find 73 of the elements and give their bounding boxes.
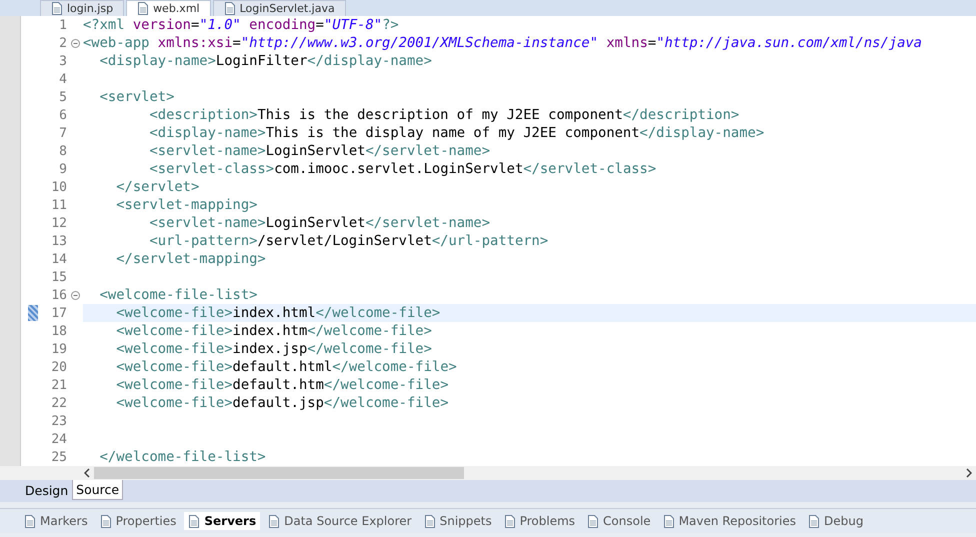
editor-tab[interactable]: login.jsp <box>40 0 124 16</box>
code-line: <welcome-file>default.jsp</welcome-file> <box>115 394 450 412</box>
document-icon <box>424 514 436 528</box>
code-line: <display-name>This is the display name of my J2EE component</display-name> <box>148 124 766 142</box>
line-number: 13 <box>50 234 67 248</box>
code-line: <welcome-file>index.jsp</welcome-file> <box>115 340 433 358</box>
line-number: 23 <box>50 414 67 428</box>
code-line: <welcome-file>index.htm</welcome-file> <box>115 322 433 340</box>
code-line: <description>This is the description of my J2EE component</description> <box>148 106 740 124</box>
scrollbar-thumb[interactable] <box>94 467 464 479</box>
line-number: 11 <box>50 198 67 212</box>
scroll-right-icon[interactable] <box>966 468 972 478</box>
code-line: <welcome-file-list> <box>98 286 258 304</box>
code-line: <servlet-name>LoginServlet</servlet-name> <box>148 214 492 232</box>
line-number: 1 <box>58 18 67 32</box>
line-number: 9 <box>58 162 67 176</box>
line-number: 20 <box>50 360 67 374</box>
line-number: 24 <box>50 432 67 446</box>
line-number: 8 <box>58 144 67 158</box>
panel-tab[interactable]: Console <box>583 512 655 530</box>
panel-tab[interactable]: Problems <box>500 512 580 530</box>
panel-tab[interactable]: Properties <box>96 512 180 530</box>
line-number: 25 <box>50 450 67 464</box>
panel-tab[interactable]: Maven Repositories <box>658 512 800 530</box>
line-number: 10 <box>50 180 67 194</box>
document-icon <box>100 514 112 528</box>
line-number: 21 <box>50 378 67 392</box>
line-number: 18 <box>50 324 67 338</box>
code-line: <welcome-file>default.html</welcome-file> <box>115 358 458 376</box>
line-number: 5 <box>58 90 67 104</box>
line-number: 22 <box>50 396 67 410</box>
code-line: <servlet-mapping> <box>115 196 258 214</box>
line-number: 4 <box>58 72 67 86</box>
panel-tab[interactable]: Snippets <box>420 512 496 530</box>
document-icon <box>24 514 36 528</box>
line-number: 6 <box>58 108 67 122</box>
line-number: 12 <box>50 216 67 230</box>
line-number: 2 <box>58 36 67 50</box>
scroll-left-icon[interactable] <box>84 468 90 478</box>
document-icon <box>188 514 200 528</box>
code-line: <servlet> <box>98 88 176 106</box>
code-line: </servlet-mapping> <box>115 250 267 268</box>
collapse-icon[interactable] <box>70 38 80 48</box>
code-line: <display-name>LoginFilter</display-name> <box>98 52 433 70</box>
editor-tab[interactable]: web.xml <box>126 0 211 16</box>
line-number: 7 <box>58 126 67 140</box>
code-line: <welcome-file>default.htm</welcome-file> <box>115 376 450 394</box>
panel-tab[interactable]: Data Source Explorer <box>264 512 416 530</box>
line-number: 15 <box>50 270 67 284</box>
document-icon <box>587 514 600 528</box>
line-number: 17 <box>50 306 67 320</box>
line-number: 3 <box>58 54 67 68</box>
code-line: <url-pattern>/servlet/LoginServlet</url-pattern> <box>148 232 550 250</box>
line-number: 14 <box>50 252 67 266</box>
document-icon <box>268 514 280 528</box>
editor-tab[interactable]: LoginServlet.java <box>212 0 346 16</box>
document-icon <box>808 514 820 528</box>
collapse-icon[interactable] <box>70 290 80 300</box>
code-line: </welcome-file-list> <box>98 448 267 466</box>
line-number: 19 <box>50 342 67 356</box>
code-line: <?xml version="1.0" encoding="UTF-8"?> <box>83 16 400 34</box>
panel-tab[interactable]: Debug <box>804 512 868 530</box>
line-number: 16 <box>50 288 67 302</box>
code-line: <web-app xmlns:xsi="http://www.w3.org/2001/XMLSchema-instance" xmlns="http://java.sun.com/xml/ns/java <box>83 34 923 52</box>
view-tab[interactable]: Source <box>72 480 124 500</box>
panel-tab[interactable]: Servers <box>184 512 260 530</box>
code-line: <servlet-class>com.imooc.servlet.LoginServlet</servlet-class> <box>148 160 658 178</box>
view-tab[interactable]: Design <box>21 480 72 501</box>
code-line: </servlet> <box>115 178 200 196</box>
document-icon <box>662 514 675 528</box>
code-line: <servlet-name>LoginServlet</servlet-name> <box>148 142 492 160</box>
panel-tab[interactable]: Markers <box>20 512 92 530</box>
document-icon <box>504 514 516 528</box>
